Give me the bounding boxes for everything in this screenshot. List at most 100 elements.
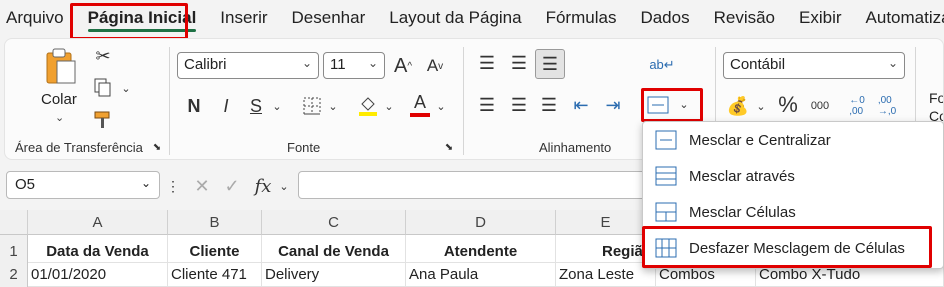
cancel-icon[interactable]: ✕ [190, 174, 214, 198]
table-cell[interactable]: Delivery [262, 263, 406, 287]
borders-dropdown-icon[interactable]: ⌄ [327, 97, 339, 115]
row-header[interactable]: 1 [0, 235, 28, 263]
tab-exibir[interactable]: Exibir [787, 0, 854, 36]
table-cell[interactable]: Zona Leste [556, 263, 656, 287]
tab-arquivo[interactable]: Arquivo [0, 0, 76, 36]
decrease-decimal-button[interactable]: ,00 →,0 [873, 91, 901, 121]
format-painter-icon[interactable] [91, 107, 115, 133]
font-size-combo[interactable]: 11 ⌄ [323, 52, 385, 79]
table-cell[interactable]: 01/01/2020 [28, 263, 168, 287]
corner-select-all[interactable] [0, 210, 28, 235]
more-options-icon[interactable]: ⋮ [166, 176, 180, 196]
menu-item-label: Mesclar e Centralizar [689, 131, 831, 149]
tab-revisao[interactable]: Revisão [702, 0, 787, 36]
header-cell[interactable]: Data da Venda [28, 235, 168, 263]
fx-glyph: fx [254, 175, 272, 197]
column-header[interactable]: E [556, 210, 656, 235]
tab-inserir[interactable]: Inserir [208, 0, 279, 36]
font-color-dropdown-icon[interactable]: ⌄ [435, 97, 447, 115]
dialog-launcher-icon[interactable]: ⬊ [151, 141, 163, 153]
underline-dropdown-icon[interactable]: ⌄ [271, 97, 283, 115]
increase-indent-icon[interactable]: ⇥ [599, 91, 627, 119]
name-box[interactable]: O5 ⌄ [6, 171, 160, 199]
chevron-down-icon[interactable]: ⌄ [278, 176, 290, 196]
tab-layout[interactable]: Layout da Página [377, 0, 533, 36]
header-cell[interactable]: Cliente [168, 235, 262, 263]
column-header[interactable]: A [28, 210, 168, 235]
menu-item-merge-cells[interactable]: Mesclar Células [643, 194, 943, 230]
ribbon-tabs: Arquivo Página Inicial Inserir Desenhar … [0, 0, 944, 36]
tab-desenhar[interactable]: Desenhar [280, 0, 378, 36]
align-middle-icon[interactable]: ☰ [505, 49, 533, 77]
align-top-icon[interactable]: ☰ [473, 49, 501, 77]
fill-color-icon[interactable] [355, 93, 381, 119]
wrap-text-icon[interactable]: ab↵ [649, 51, 675, 79]
table-cell[interactable]: Cliente 471 [168, 263, 262, 287]
font-color-swatch [410, 113, 430, 117]
accounting-dropdown-icon[interactable]: ⌄ [755, 97, 767, 115]
grow-font-icon[interactable]: A ^ [391, 53, 415, 79]
paste-dropdown-icon[interactable]: ⌄ [55, 111, 64, 124]
align-left-icon[interactable]: ☰ [473, 91, 501, 119]
enter-icon[interactable]: ✓ [220, 174, 244, 198]
fill-color-dropdown-icon[interactable]: ⌄ [383, 97, 395, 115]
paste-icon[interactable] [41, 45, 81, 89]
separator [463, 47, 464, 155]
tab-automatizar[interactable]: Automatizar [854, 0, 944, 36]
shrink-font-icon[interactable]: Av [423, 53, 447, 79]
copy-dropdown-icon[interactable]: ⌄ [119, 79, 133, 97]
alignment-group-label: Alinhamento [539, 140, 612, 155]
row-header[interactable]: 2 [0, 263, 28, 287]
shrink-font-glyph: A [426, 56, 439, 75]
font-name-combo[interactable]: Calibri ⌄ [177, 52, 319, 79]
separator [169, 47, 170, 155]
menu-item-unmerge-cells[interactable]: Desfazer Mesclagem de Células [643, 230, 943, 266]
increase-decimal-button[interactable]: ←0 ,00 [843, 91, 871, 121]
merge-center-icon [655, 130, 677, 150]
merge-dropdown-icon[interactable]: ⌄ [677, 95, 691, 113]
chevron-down-icon: ⌄ [140, 176, 151, 190]
column-header[interactable]: D [406, 210, 556, 235]
merge-cells-icon [655, 202, 677, 222]
unmerge-cells-icon [655, 238, 677, 258]
percent-button[interactable]: % [775, 91, 801, 119]
number-format-combo[interactable]: Contábil ⌄ [723, 52, 905, 79]
underline-button[interactable]: S [243, 93, 269, 119]
merge-center-icon[interactable] [645, 91, 671, 119]
chevron-down-icon: ⌄ [301, 56, 312, 70]
decrease-indent-icon[interactable]: ⇤ [567, 91, 595, 119]
font-name-value: Calibri [184, 56, 227, 73]
align-right-icon[interactable]: ☰ [535, 91, 563, 119]
column-header[interactable]: C [262, 210, 406, 235]
column-header[interactable]: B [168, 210, 262, 235]
header-cell[interactable]: Canal de Venda [262, 235, 406, 263]
italic-button[interactable]: I [213, 93, 239, 119]
chevron-down-icon: ⌄ [367, 56, 378, 70]
header-cell[interactable]: Região [556, 235, 656, 263]
accounting-format-icon[interactable]: 💰 [725, 93, 751, 119]
tab-dados[interactable]: Dados [628, 0, 701, 36]
insert-function-icon[interactable]: fx [250, 174, 276, 198]
font-group-label: Fonte [287, 140, 321, 155]
font-color-glyph: A [413, 92, 426, 112]
chevron-down-icon: ⌄ [887, 56, 898, 70]
table-cell[interactable]: Ana Paula [406, 263, 556, 287]
formula-input[interactable] [298, 171, 658, 199]
tab-formulas[interactable]: Fórmulas [534, 0, 629, 36]
copy-icon[interactable] [91, 75, 115, 101]
menu-item-merge-center[interactable]: Mesclar e Centralizar [643, 122, 943, 158]
font-color-icon[interactable]: A [407, 91, 433, 119]
menu-item-merge-across[interactable]: Mesclar através [643, 158, 943, 194]
header-cell[interactable]: Atendente [406, 235, 556, 263]
cut-icon[interactable]: ✂ [91, 43, 115, 69]
align-bottom-icon[interactable]: ☰ [535, 49, 565, 79]
bold-button[interactable]: N [181, 93, 207, 119]
clipboard-group-label: Área de Transferência [15, 140, 143, 155]
styles-partial-label[interactable]: Fo Co [929, 89, 943, 125]
thousands-separator-button[interactable]: 000 [805, 93, 835, 119]
paste-button-label[interactable]: Colar [41, 91, 77, 108]
tab-pagina-inicial[interactable]: Página Inicial [76, 0, 209, 36]
dialog-launcher-icon[interactable]: ⬊ [443, 141, 455, 153]
borders-icon[interactable] [299, 93, 325, 119]
align-center-icon[interactable]: ☰ [505, 91, 533, 119]
